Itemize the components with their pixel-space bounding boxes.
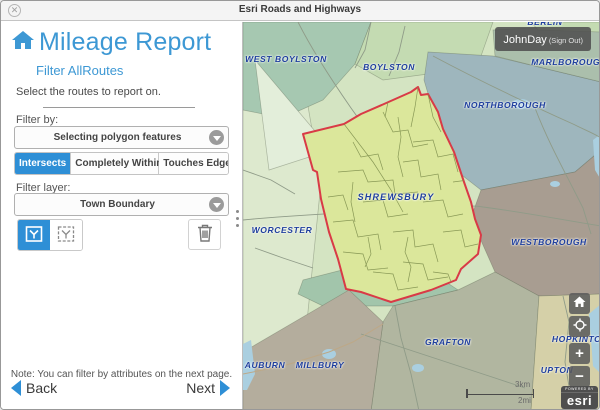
back-label: Back: [26, 380, 57, 396]
panel-splitter-handle[interactable]: [233, 198, 241, 238]
locate-button[interactable]: [569, 316, 590, 337]
back-button[interactable]: Back: [11, 380, 62, 396]
esri-logo[interactable]: POWERED BY esri: [561, 386, 598, 409]
selection-tools: [17, 219, 83, 251]
powered-by-label: POWERED BY: [561, 386, 598, 393]
next-label: Next: [186, 380, 215, 396]
touches-edge-button[interactable]: Touches Edge: [159, 153, 229, 174]
sign-out-label: (Sign Out): [549, 36, 583, 45]
back-arrow-icon: [11, 380, 21, 396]
home-extent-button[interactable]: [569, 293, 590, 314]
filter-by-label: Filter by:: [16, 114, 58, 126]
locate-icon: [573, 318, 587, 336]
filter-layer-value: Town Boundary: [15, 194, 228, 215]
polygon-select-icon: [23, 223, 45, 248]
mileage-report-panel: Mileage Report Filter AllRoutes Select t…: [1, 22, 243, 409]
note-text: Note: You can filter by attributes on th…: [1, 369, 242, 380]
chevron-down-icon[interactable]: [209, 130, 224, 145]
user-signout-button[interactable]: JohnDay(Sign Out): [495, 27, 591, 51]
user-name: JohnDay: [503, 34, 546, 46]
clear-selection-button[interactable]: [188, 219, 221, 250]
next-arrow-icon: [220, 380, 230, 396]
app-window: ✕ Esri Roads and Highways Mileage Report…: [0, 0, 600, 410]
next-button[interactable]: Next: [181, 380, 230, 396]
page-title: Mileage Report: [39, 28, 211, 57]
trash-icon: [196, 223, 214, 246]
scalebar-mi-label: 2mi: [518, 396, 531, 405]
completely-within-button[interactable]: Completely Within: [71, 153, 159, 174]
home-icon: [573, 295, 586, 312]
scalebar-km-label: 3km: [515, 380, 530, 389]
filter-layer-dropdown[interactable]: Town Boundary: [14, 193, 229, 216]
intersects-button[interactable]: Intersects: [15, 153, 71, 174]
instruction-text: Select the routes to report on.: [16, 86, 161, 98]
app-title: Esri Roads and Highways: [1, 4, 599, 15]
selection-method-value: Selecting polygon features: [15, 127, 228, 148]
map-controls: + −: [569, 293, 590, 389]
zoom-in-button[interactable]: +: [569, 343, 590, 364]
select-by-polygon-button[interactable]: [18, 220, 50, 250]
divider: [43, 107, 195, 108]
scalebar: [466, 393, 534, 395]
filter-allroutes-link[interactable]: Filter AllRoutes: [36, 63, 123, 78]
extent-select-icon: [55, 223, 77, 248]
selection-method-dropdown[interactable]: Selecting polygon features: [14, 126, 229, 149]
titlebar: ✕ Esri Roads and Highways: [1, 1, 599, 21]
map-view[interactable]: WEST BOYLSTONBOYLSTONBERLINMARLBOROUGHNO…: [243, 22, 599, 409]
zoom-out-button[interactable]: −: [569, 366, 590, 387]
panel-header: Mileage Report: [11, 28, 211, 57]
map-canvas[interactable]: [243, 22, 599, 409]
select-by-extent-button[interactable]: [50, 220, 82, 250]
home-icon: [11, 29, 35, 56]
spatial-relation-switch: Intersects Completely Within Touches Edg…: [14, 152, 229, 175]
chevron-down-icon[interactable]: [209, 197, 224, 212]
esri-brand-label: esri: [561, 393, 598, 408]
